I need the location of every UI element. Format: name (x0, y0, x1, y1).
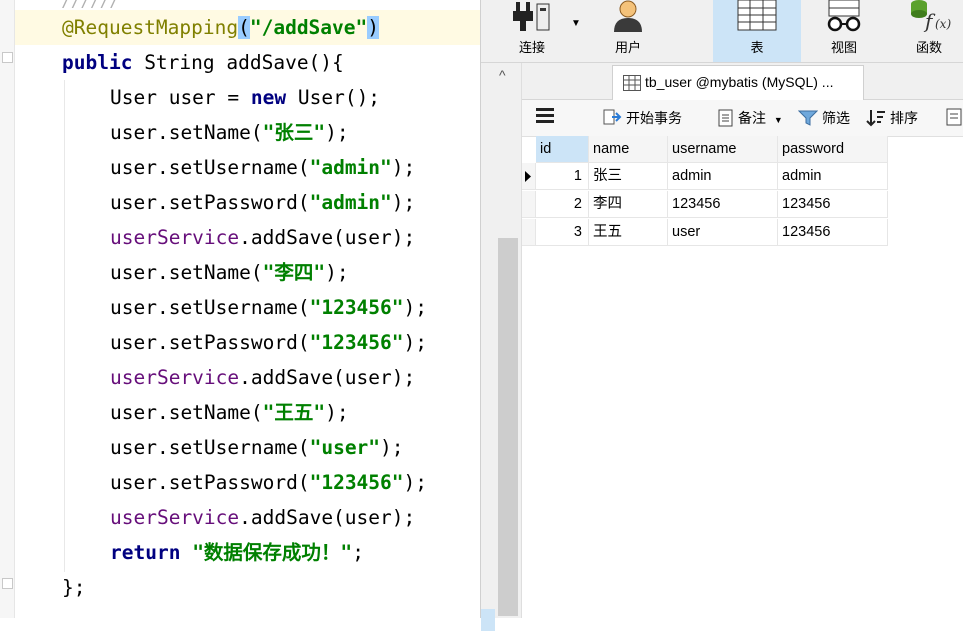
code-line[interactable]: user.setPassword("123456"); (110, 465, 427, 500)
connect-button[interactable]: 连接 (495, 0, 569, 62)
filter-label: 筛选 (822, 110, 850, 126)
tab-tb-user[interactable]: tb_user @mybatis (MySQL) ... (612, 65, 864, 100)
cell-name[interactable]: 张三 (589, 163, 668, 190)
main-toolbar: 连接 ▼ 用户 表 视图 f (x) 函数 (481, 0, 963, 63)
view-glasses-icon (827, 0, 861, 32)
filter-icon (797, 110, 819, 126)
editor-gutter (0, 0, 15, 618)
code-editor[interactable]: ////// @RequestMapping("/addSave") publi… (0, 0, 480, 618)
cell-id[interactable]: 1 (536, 163, 589, 190)
user-icon (614, 0, 642, 32)
menu-button[interactable] (536, 106, 558, 124)
code-line[interactable]: user.setName("张三"); (110, 115, 349, 150)
memo-label: 备注 (738, 110, 766, 126)
cell-username[interactable]: 123456 (668, 191, 778, 218)
row-indicator[interactable] (522, 191, 536, 218)
view-button[interactable]: 视图 (807, 0, 881, 62)
column-header-password[interactable]: password (778, 136, 888, 163)
code-line[interactable]: user.setUsername("123456"); (110, 290, 427, 325)
memo-dropdown-icon[interactable]: ▼ (774, 115, 783, 125)
begin-transaction-button[interactable]: 开始事务 (602, 108, 682, 128)
user-button[interactable]: 用户 (591, 0, 665, 62)
code-line-fragment: ////// (60, 0, 118, 8)
code-line-return[interactable]: return "数据保存成功！"; (110, 535, 364, 570)
code-line[interactable]: user.setName("李四"); (110, 255, 349, 290)
selection-marker (481, 609, 495, 631)
sort-icon (866, 110, 885, 127)
column-header-username[interactable]: username (668, 136, 778, 163)
code-line[interactable]: user.setUsername("admin"); (110, 150, 415, 185)
cell-id[interactable]: 3 (536, 219, 589, 246)
grid-toolbar: 开始事务 备注 ▼ 筛选 排序 (522, 100, 963, 137)
column-header-name[interactable]: name (589, 136, 668, 163)
code-line[interactable]: user.setPassword("admin"); (110, 185, 415, 220)
connect-label: 连接 (518, 40, 545, 55)
svg-text:(x): (x) (935, 17, 951, 31)
memo-button[interactable]: 备注 ▼ (718, 108, 783, 128)
cell-id[interactable]: 2 (536, 191, 589, 218)
row-indicator[interactable] (522, 163, 536, 190)
code-line[interactable]: user.setName("王五"); (110, 395, 349, 430)
scrollbar-thumb[interactable] (498, 238, 518, 616)
table-tab-icon (623, 75, 641, 91)
column-header-id[interactable]: id (536, 136, 589, 163)
code-line[interactable]: userService.addSave(user); (110, 220, 415, 255)
cell-password[interactable]: admin (778, 163, 888, 190)
user-label: 用户 (614, 40, 641, 55)
transaction-icon (603, 109, 622, 125)
view-label: 视图 (830, 40, 857, 55)
begin-transaction-label: 开始事务 (626, 110, 682, 126)
function-icon: f (x) (911, 0, 951, 32)
cell-username[interactable]: user (668, 219, 778, 246)
code-line[interactable]: user.setPassword("123456"); (110, 325, 427, 360)
code-line[interactable]: userService.addSave(user); (110, 500, 415, 535)
code-line-method-signature[interactable]: public String addSave(){ (62, 45, 344, 80)
navicat-window: 连接 ▼ 用户 表 视图 f (x) 函数 ^ tb_user @mybatis… (480, 0, 963, 631)
filter-button[interactable]: 筛选 (797, 108, 850, 128)
sort-label: 排序 (890, 110, 918, 126)
function-label: 函数 (915, 40, 942, 55)
fold-marker-icon[interactable] (2, 52, 13, 63)
table-icon (737, 0, 777, 31)
object-pane-collapsed: ^ (481, 63, 522, 631)
code-line-annotation[interactable]: @RequestMapping("/addSave") (62, 10, 380, 45)
code-line[interactable]: userService.addSave(user); (110, 360, 415, 395)
tab-title: tb_user @mybatis (MySQL) ... (645, 74, 834, 90)
function-button[interactable]: f (x) 函数 (895, 0, 963, 62)
code-line[interactable]: User user = new User(); (110, 80, 380, 115)
memo-icon (718, 109, 733, 127)
indent-guide (64, 80, 65, 572)
cell-password[interactable]: 123456 (778, 219, 888, 246)
hamburger-icon (536, 108, 554, 123)
fold-marker-icon[interactable] (2, 578, 13, 589)
cell-name[interactable]: 李四 (589, 191, 668, 218)
chevron-up-icon[interactable]: ^ (499, 67, 506, 83)
tab-bar: tb_user @mybatis (MySQL) ... (522, 63, 963, 100)
code-line[interactable]: user.setUsername("user"); (110, 430, 404, 465)
current-row-arrow-icon (525, 171, 531, 182)
cell-name[interactable]: 王五 (589, 219, 668, 246)
cell-username[interactable]: admin (668, 163, 778, 190)
export-button[interactable] (946, 108, 963, 126)
cell-password[interactable]: 123456 (778, 191, 888, 218)
table-label: 表 (750, 40, 764, 55)
table-button[interactable]: 表 (713, 0, 801, 62)
sort-button[interactable]: 排序 (866, 108, 918, 128)
row-indicator[interactable] (522, 219, 536, 246)
code-line-close-brace[interactable]: }; (62, 570, 85, 605)
export-icon (946, 108, 962, 126)
plug-icon (513, 2, 550, 31)
connect-dropdown-icon[interactable]: ▼ (571, 18, 581, 29)
